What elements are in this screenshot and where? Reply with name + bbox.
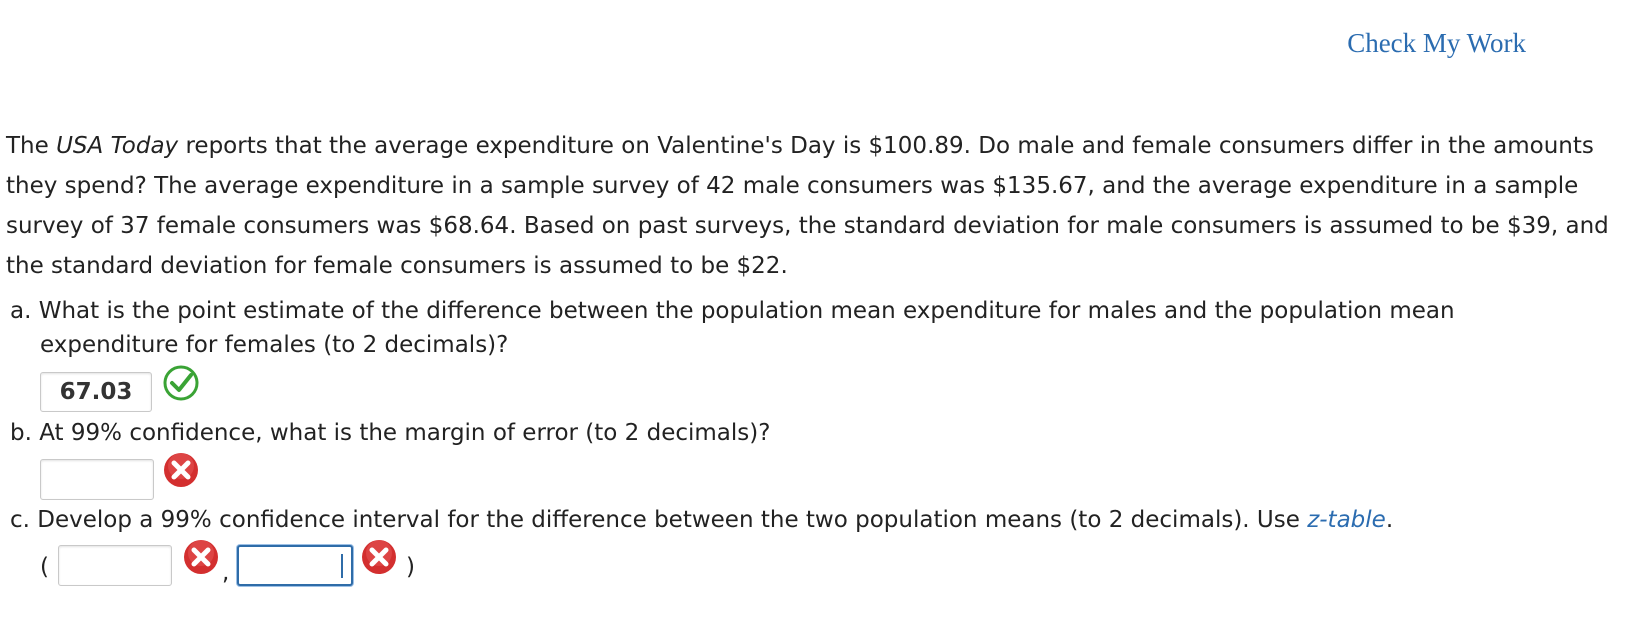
question-c-period: . bbox=[1385, 507, 1394, 533]
check-my-work-link[interactable]: Check My Work bbox=[1347, 28, 1526, 59]
open-paren: ( bbox=[40, 554, 49, 580]
comma: , bbox=[222, 560, 230, 586]
close-paren: ) bbox=[406, 554, 415, 580]
question-c-text: c. Develop a 99% confidence interval for… bbox=[10, 507, 1308, 533]
answer-a-value: 67.03 bbox=[59, 379, 133, 405]
answer-c-upper-input[interactable] bbox=[237, 545, 353, 586]
question-a: a. What is the point estimate of the dif… bbox=[10, 294, 1455, 362]
question-a-line2: expenditure for females (to 2 decimals)? bbox=[40, 332, 509, 358]
question-a-line1: a. What is the point estimate of the dif… bbox=[10, 298, 1455, 324]
question-b: b. At 99% confidence, what is the margin… bbox=[10, 416, 770, 450]
answer-a-input[interactable]: 67.03 bbox=[40, 372, 152, 412]
intro-text-start: The bbox=[6, 133, 57, 159]
question-c: c. Develop a 99% confidence interval for… bbox=[10, 503, 1393, 537]
correct-check-icon bbox=[163, 365, 199, 401]
z-table-link[interactable]: z-table bbox=[1307, 507, 1386, 533]
question-b-text: b. At 99% confidence, what is the margin… bbox=[10, 420, 771, 446]
problem-statement: The USA Today reports that the average e… bbox=[6, 126, 1636, 286]
publication-name: USA Today bbox=[56, 133, 179, 159]
intro-text-rest: reports that the average expenditure on … bbox=[6, 133, 1609, 279]
incorrect-x-icon bbox=[164, 453, 198, 487]
incorrect-x-icon bbox=[362, 540, 396, 574]
incorrect-x-icon bbox=[184, 540, 218, 574]
text-cursor bbox=[341, 554, 343, 578]
answer-b-input[interactable] bbox=[40, 459, 154, 500]
answer-c-lower-input[interactable] bbox=[58, 545, 172, 586]
